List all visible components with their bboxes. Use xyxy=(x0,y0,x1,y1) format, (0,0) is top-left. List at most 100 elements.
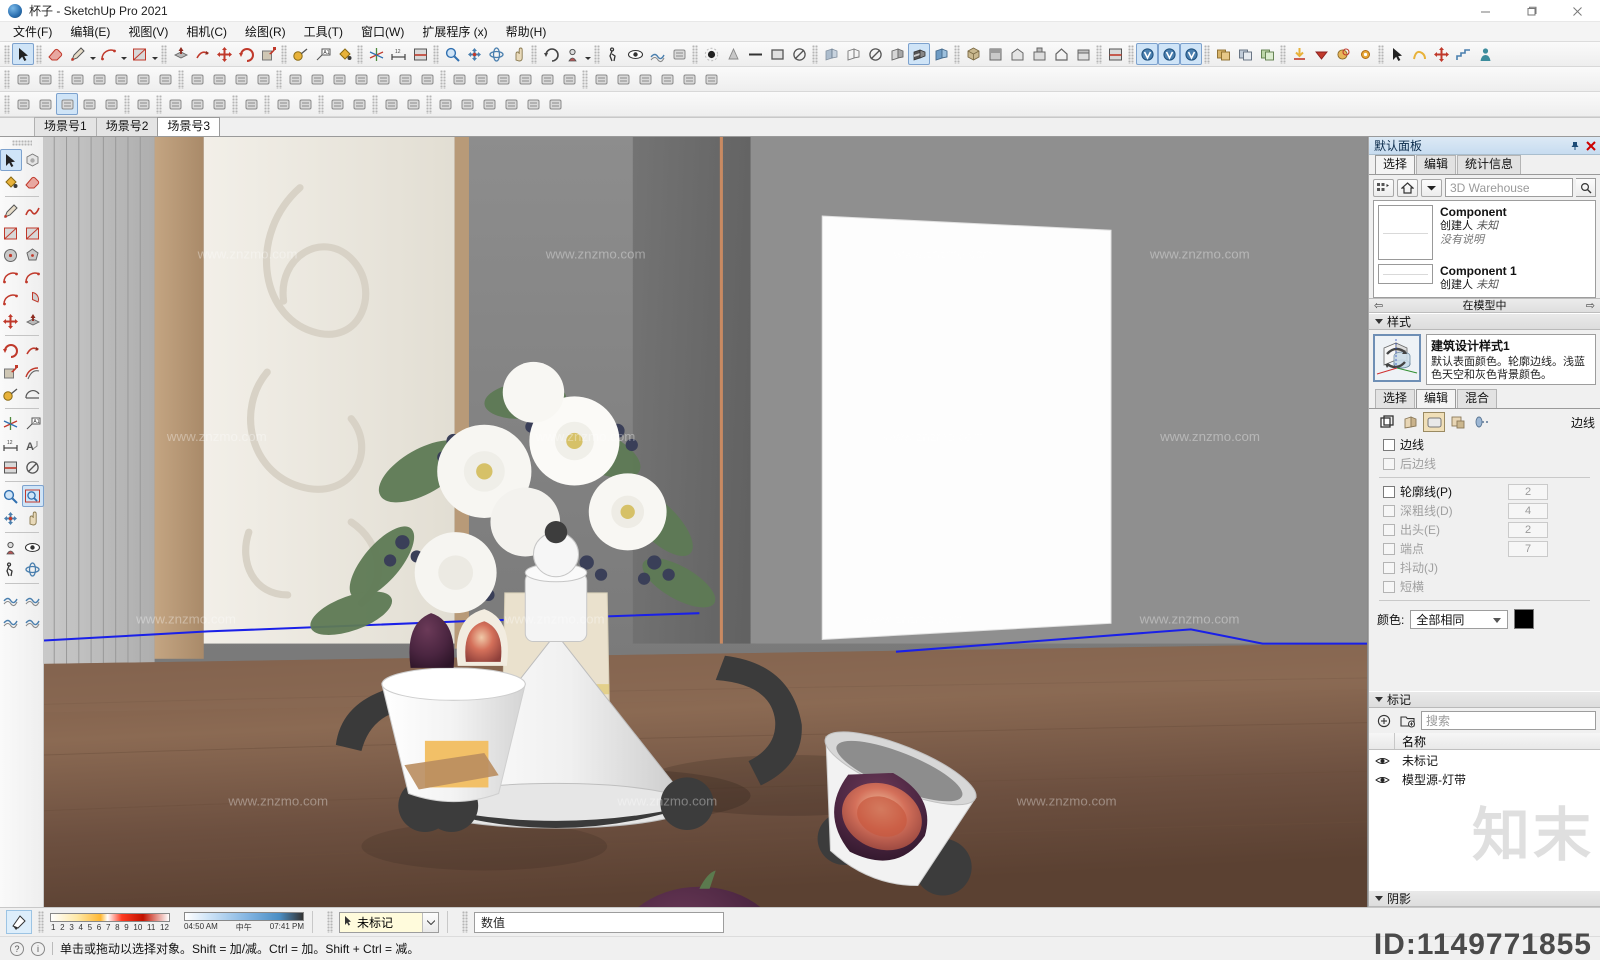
back-view[interactable] xyxy=(1050,43,1072,65)
paint-bucket-tool[interactable] xyxy=(333,43,355,65)
toolbar2-tool-30[interactable] xyxy=(700,68,722,90)
sandbox-from-scratch[interactable] xyxy=(22,587,44,609)
solid-intersect[interactable] xyxy=(1256,43,1278,65)
orbit-tool[interactable] xyxy=(22,558,44,580)
dimension-tool[interactable]: 12 xyxy=(0,434,22,456)
chevron-down-icon[interactable] xyxy=(1421,178,1442,197)
arrow-left-icon[interactable]: ⇦ xyxy=(1374,299,1383,312)
toolbar3-tool-19[interactable] xyxy=(478,93,500,115)
position-camera[interactable] xyxy=(561,43,583,65)
3d-scene[interactable]: www.znzmo.com www.znzmo.com www.znzmo.co… xyxy=(44,137,1367,907)
pan-tool[interactable] xyxy=(507,43,529,65)
zoom-extents-tool[interactable] xyxy=(0,507,22,529)
modeling-settings-icon[interactable] xyxy=(1471,412,1493,432)
toolbar-grip[interactable] xyxy=(531,44,537,64)
toolbar2-tool-21[interactable] xyxy=(492,68,514,90)
checkbox-value-input[interactable]: 2 xyxy=(1508,521,1548,538)
toolbar3-tool-9[interactable] xyxy=(208,93,230,115)
hidden-tool[interactable] xyxy=(22,456,44,478)
rotate-tool[interactable] xyxy=(235,43,257,65)
toolbar-grip[interactable] xyxy=(440,69,446,89)
tag-search-input[interactable]: 搜索 xyxy=(1421,711,1596,731)
toolbar3-tool-17[interactable] xyxy=(434,93,456,115)
hidden-off[interactable] xyxy=(788,43,810,65)
toolbar3-tool-3[interactable] xyxy=(56,93,78,115)
toolbar3-tool-15[interactable] xyxy=(380,93,402,115)
toolbar2-tool-23[interactable] xyxy=(536,68,558,90)
component-list[interactable]: Component 创建人 未知 没有说明 Component 1 创建人 未知 xyxy=(1373,200,1596,298)
toolbar-grip[interactable] xyxy=(38,911,44,933)
minimize-button[interactable] xyxy=(1462,0,1508,22)
toolbar3-tool-12[interactable] xyxy=(294,93,316,115)
circle-tool[interactable] xyxy=(0,244,22,266)
face-settings-icon[interactable] xyxy=(1399,412,1421,432)
style-checkbox-row[interactable]: 抖动(J) xyxy=(1369,558,1600,577)
vray-interactive[interactable] xyxy=(1158,43,1180,65)
shadow-month-slider[interactable]: 1 2 3 4 5 6 7 8 9 10 11 12 xyxy=(50,912,170,932)
close-button[interactable] xyxy=(1554,0,1600,22)
active-tag-select[interactable]: 未标记 xyxy=(339,911,439,933)
toolbar3-tool-10[interactable] xyxy=(240,93,262,115)
walk-tool[interactable] xyxy=(602,43,624,65)
toolbar-grip[interactable] xyxy=(357,44,363,64)
toolbar3-tool-20[interactable] xyxy=(500,93,522,115)
toolbar-grip[interactable] xyxy=(1378,44,1384,64)
tape-measure-tool[interactable] xyxy=(0,383,22,405)
chevron-down-icon[interactable] xyxy=(150,43,159,65)
toolbar-grip[interactable] xyxy=(582,69,588,89)
checkbox[interactable] xyxy=(1383,580,1395,593)
3d-text-tool[interactable]: A xyxy=(22,434,44,456)
table-row[interactable]: 未标记 xyxy=(1369,751,1600,771)
toolbar3-tool-5[interactable] xyxy=(100,93,122,115)
toolbar-grip[interactable] xyxy=(4,44,10,64)
sandbox-smoove[interactable] xyxy=(0,609,22,631)
polygon-tool[interactable] xyxy=(22,244,44,266)
maximize-button[interactable] xyxy=(1508,0,1554,22)
toolbar-grip[interactable] xyxy=(327,911,333,933)
chevron-down-icon[interactable] xyxy=(422,912,438,932)
toolbar-grip[interactable] xyxy=(178,69,184,89)
plugin-curve[interactable] xyxy=(1408,43,1430,65)
right-view[interactable] xyxy=(1028,43,1050,65)
toolbar2-tool-7[interactable] xyxy=(154,68,176,90)
add-tag-icon[interactable] xyxy=(1373,712,1394,730)
toolbar2-tool-26[interactable] xyxy=(612,68,634,90)
toolbar-grip[interactable] xyxy=(1204,44,1210,64)
toolbar2-tool-27[interactable] xyxy=(634,68,656,90)
text-tool[interactable]: A1 xyxy=(22,412,44,434)
display-point[interactable] xyxy=(700,43,722,65)
search-icon[interactable] xyxy=(1576,178,1596,197)
scale-tool[interactable] xyxy=(257,43,279,65)
vray-render[interactable] xyxy=(1136,43,1158,65)
toolbar3-tool-1[interactable] xyxy=(12,93,34,115)
sandbox-from-contours[interactable] xyxy=(0,587,22,609)
components-tab-stats[interactable]: 统计信息 xyxy=(1457,155,1522,174)
rotate-tool[interactable] xyxy=(0,339,22,361)
add-folder-icon[interactable] xyxy=(1397,712,1418,730)
arrow-right-icon[interactable]: ⇨ xyxy=(1586,299,1595,312)
display-cone[interactable] xyxy=(722,43,744,65)
scene-tab-1[interactable]: 场景号1 xyxy=(34,117,97,136)
checkbox[interactable] xyxy=(1383,523,1395,536)
toolbar-grip[interactable] xyxy=(433,44,439,64)
section-toggle[interactable] xyxy=(1104,43,1126,65)
toolbar2-tool-4[interactable] xyxy=(88,68,110,90)
pushpull-tool[interactable] xyxy=(22,310,44,332)
tape-measure-tool[interactable] xyxy=(289,43,311,65)
pan-tool[interactable] xyxy=(22,507,44,529)
style-checkbox-row[interactable]: 深粗线(D) 4 xyxy=(1369,501,1600,520)
solid-union[interactable] xyxy=(1212,43,1234,65)
xray-view[interactable] xyxy=(820,43,842,65)
toolbar2-tool-15[interactable] xyxy=(350,68,372,90)
checkbox[interactable] xyxy=(1383,561,1395,574)
collapse-triangle-icon[interactable] xyxy=(1375,896,1383,901)
style-checkbox-row[interactable]: 轮廓线(P) 2 xyxy=(1369,482,1600,501)
menu-help[interactable]: 帮助(H) xyxy=(497,21,556,42)
position-camera-tool[interactable] xyxy=(0,536,22,558)
components-tab-select[interactable]: 选择 xyxy=(1375,155,1416,174)
scene-tab-3[interactable]: 场景号3 xyxy=(157,117,221,136)
toolbar2-tool-9[interactable] xyxy=(208,68,230,90)
toolbar2-tool-24[interactable] xyxy=(558,68,580,90)
front-view[interactable] xyxy=(1006,43,1028,65)
styles-section-header[interactable]: 样式 xyxy=(1369,312,1600,330)
